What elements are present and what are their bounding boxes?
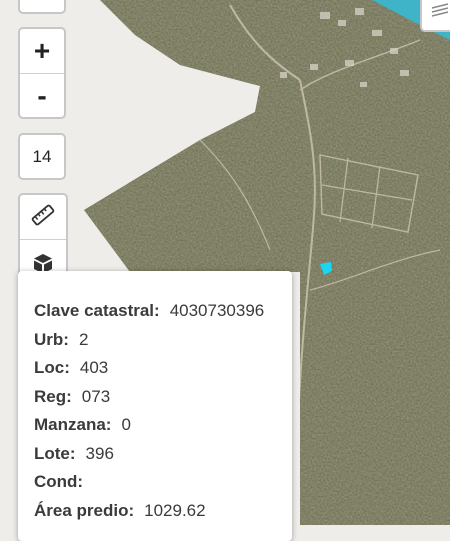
- field-key: Reg:: [34, 386, 72, 406]
- zoom-level: 14: [32, 147, 52, 166]
- field-manzana: Manzana: 0: [34, 415, 292, 444]
- field-value: 1029.62: [144, 500, 206, 520]
- field-cond: Cond:: [34, 472, 292, 501]
- zoom-control: + -: [18, 27, 66, 119]
- search-icon: [32, 0, 52, 8]
- field-urb: Urb: 2: [34, 330, 292, 359]
- field-key: Clave catastral:: [34, 301, 160, 320]
- field-key: Loc:: [34, 358, 70, 377]
- field-key: Cond:: [34, 472, 84, 491]
- measure-button[interactable]: [20, 195, 66, 239]
- zoom-level-box: 14: [18, 133, 66, 180]
- field-value: 4030730396: [169, 301, 265, 320]
- search-button[interactable]: [20, 0, 64, 12]
- field-loc: Loc: 403: [34, 358, 292, 387]
- field-value: 2: [78, 329, 89, 349]
- field-key: Manzana:: [34, 415, 112, 434]
- field-value: 396: [85, 443, 114, 463]
- parcel-info-popup: Clave catastral: 4030730396 Urb: 2 Loc: 403…: [18, 271, 292, 541]
- field-lote: Lote: 396: [34, 444, 292, 473]
- field-key: Área predio:: [34, 500, 135, 520]
- field-value: 0: [121, 415, 131, 434]
- search-control[interactable]: [18, 0, 66, 14]
- field-key: Lote:: [34, 443, 76, 463]
- field-clave-catastral: Clave catastral: 4030730396: [34, 301, 292, 330]
- field-key: Urb:: [34, 329, 69, 349]
- zoom-in-button[interactable]: +: [20, 29, 64, 73]
- field-value: 073: [81, 386, 111, 406]
- layers-icon: [429, 0, 450, 27]
- field-value: 403: [79, 358, 109, 377]
- basemap-toggle[interactable]: [420, 0, 450, 32]
- field-reg: Reg: 073: [34, 387, 292, 416]
- zoom-out-button[interactable]: -: [20, 73, 64, 117]
- ruler-icon: [31, 203, 55, 232]
